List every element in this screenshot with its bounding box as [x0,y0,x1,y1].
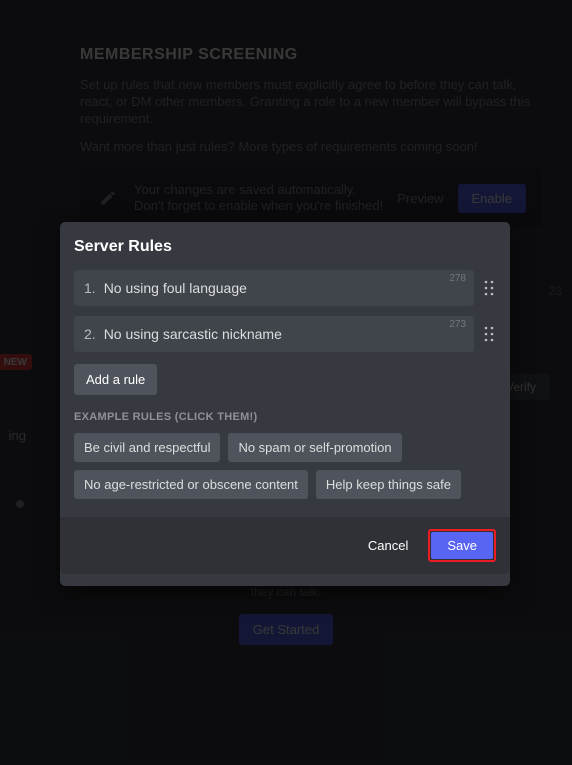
rule-row: 2. No using sarcastic nickname 273 [74,316,496,352]
example-rules-list: Be civil and respectful No spam or self-… [60,433,510,509]
example-rule-chip[interactable]: No spam or self-promotion [228,433,401,462]
rule-index: 1. [84,280,96,296]
example-rule-chip[interactable]: Be civil and respectful [74,433,220,462]
rule-input[interactable]: 2. No using sarcastic nickname 273 [74,316,474,352]
save-button-highlight: Save [428,529,496,562]
server-rules-modal: Server Rules 1. No using foul language 2… [60,222,510,586]
drag-handle-icon[interactable] [482,276,496,300]
rule-char-remaining: 273 [449,319,466,330]
rule-index: 2. [84,326,96,342]
modal-title: Server Rules [60,222,510,270]
drag-handle-icon[interactable] [482,322,496,346]
add-rule-button[interactable]: Add a rule [74,364,157,395]
rules-list: 1. No using foul language 278 2. No usin… [60,270,510,352]
modal-overlay[interactable]: Server Rules 1. No using foul language 2… [0,0,572,765]
cancel-button[interactable]: Cancel [354,531,422,560]
rule-char-remaining: 278 [449,273,466,284]
modal-footer: Cancel Save [60,517,510,574]
example-rule-chip[interactable]: Help keep things safe [316,470,461,499]
rule-input[interactable]: 1. No using foul language 278 [74,270,474,306]
example-rules-heading: EXAMPLE RULES (CLICK THEM!) [60,411,510,423]
save-button[interactable]: Save [431,532,493,559]
rule-text: No using sarcastic nickname [104,326,282,342]
rule-text: No using foul language [104,280,247,296]
rule-row: 1. No using foul language 278 [74,270,496,306]
example-rule-chip[interactable]: No age-restricted or obscene content [74,470,308,499]
